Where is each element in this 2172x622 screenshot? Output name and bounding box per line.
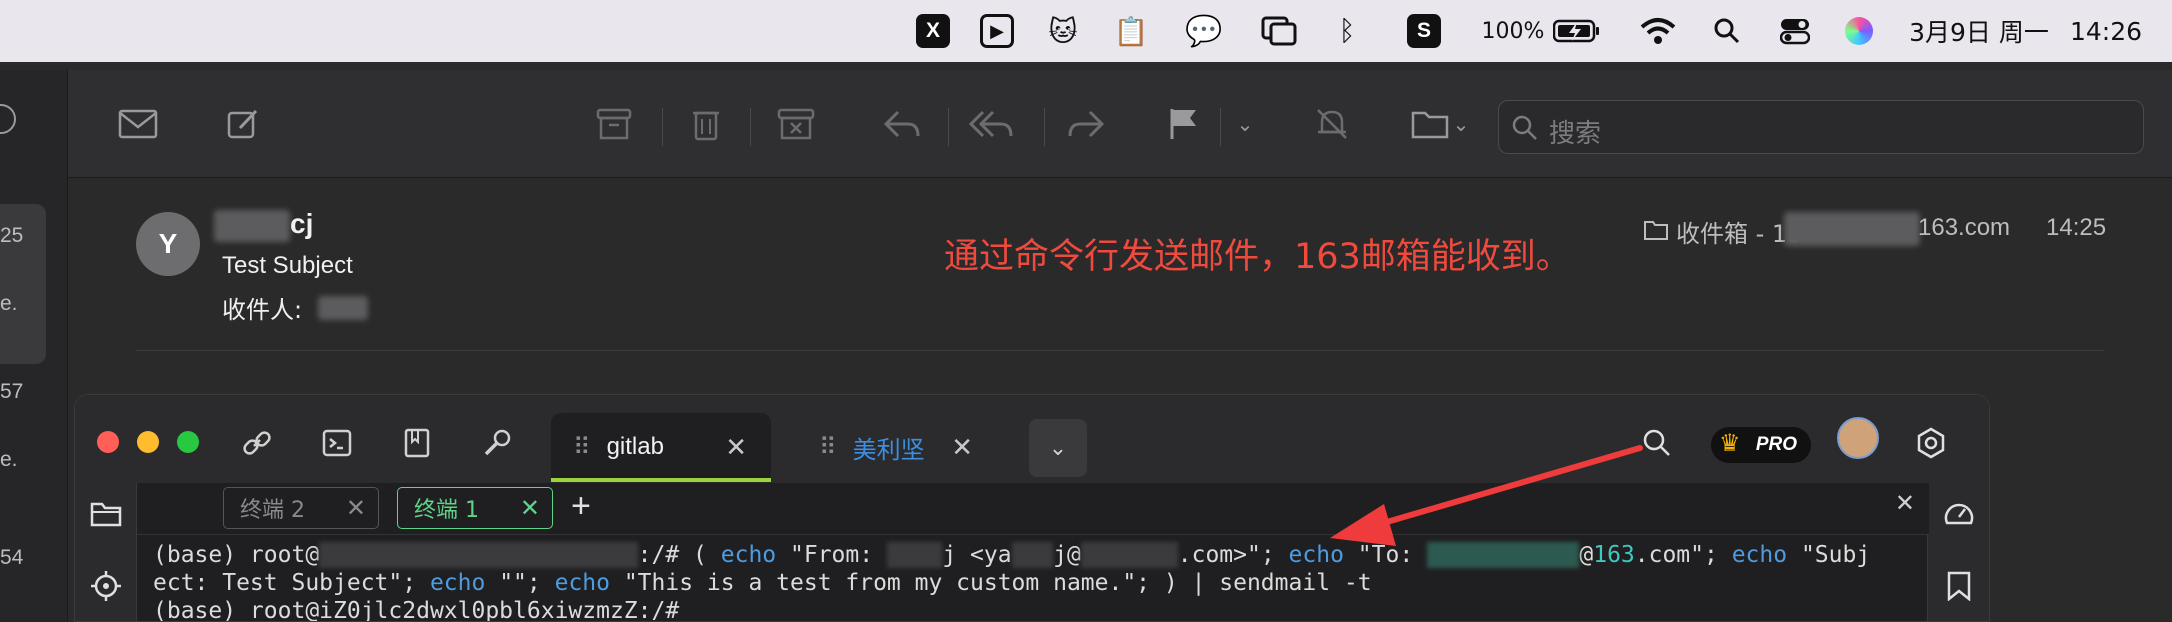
control-center-icon[interactable]	[1778, 0, 1812, 62]
envelope-icon[interactable]	[114, 100, 162, 148]
wrench-icon[interactable]	[479, 425, 515, 461]
chevron-down-icon[interactable]: ⌄	[1230, 100, 1260, 148]
active-tab-indicator	[551, 478, 771, 482]
divider	[136, 350, 2104, 351]
menubar-time[interactable]: 14:26	[2066, 0, 2146, 62]
folder-icon	[1644, 221, 1668, 240]
menubar-date[interactable]: 3月9日 周一	[1904, 0, 2054, 62]
maximize-window-button[interactable]	[177, 431, 199, 453]
tab-label: gitlab	[606, 433, 664, 460]
search-icon[interactable]	[1639, 425, 1675, 461]
cat-app-icon[interactable]: 🐱	[1046, 0, 1080, 62]
avatar[interactable]	[1837, 417, 1879, 459]
terminal-titlebar: ⠿ gitlab ✕ ⠿ 美利坚 ✕ ⌄ ♛ PRO	[75, 395, 1989, 483]
close-icon[interactable]: ✕	[346, 494, 366, 522]
close-icon[interactable]: ✕	[951, 432, 973, 463]
battery-icon[interactable]	[1552, 0, 1602, 62]
drag-handle-icon[interactable]: ⠿	[573, 433, 591, 462]
crown-icon: ♛	[1719, 430, 1741, 457]
bookmark-icon[interactable]	[1942, 569, 1976, 603]
bluetooth-icon[interactable]: ᛒ	[1332, 0, 1362, 62]
battery-percent: 100%	[1481, 18, 1545, 44]
menu-bar: X ▶ 🐱 📋 💬 ᛒ S 100% 3月9日 周一 14:26	[0, 0, 2172, 62]
archive-icon[interactable]	[590, 100, 638, 148]
chevron-down-icon[interactable]: ⌄	[1446, 100, 1476, 148]
x-app-icon[interactable]: X	[916, 0, 950, 62]
clipboard-icon[interactable]: 📋	[1114, 0, 1149, 62]
close-icon[interactable]: ✕	[1895, 489, 1915, 518]
search-field[interactable]: 搜索	[1498, 100, 2144, 154]
wifi-icon[interactable]	[1638, 0, 1678, 62]
terminal-right-toolbar	[1927, 483, 1989, 621]
recipient-label: 收件人:	[222, 296, 303, 324]
sender-avatar[interactable]: Y	[136, 212, 200, 276]
terminal-left-toolbar	[75, 483, 137, 621]
message-subject: Test Subject	[222, 252, 353, 279]
subtab-label: 终端 2	[240, 498, 305, 523]
siri-icon[interactable]	[1842, 0, 1876, 62]
session-tabs: 终端 2 ✕ 终端 1 ✕ + ✕	[137, 483, 1929, 535]
reply-icon[interactable]	[878, 100, 926, 148]
flag-icon[interactable]	[1160, 100, 1208, 148]
s-app-icon[interactable]: S	[1406, 0, 1442, 62]
terminal-output[interactable]: (base) root@iZ0jlc2dwxl0pbl6xiwzmzZ:/# (…	[153, 541, 1933, 622]
folder-icon[interactable]	[89, 497, 123, 531]
search-placeholder: 搜索	[1549, 119, 1602, 149]
windows-icon[interactable]	[1260, 0, 1298, 62]
close-icon[interactable]: ✕	[520, 494, 540, 522]
junk-icon[interactable]	[772, 100, 820, 148]
sidebar-fragment: 57	[0, 380, 24, 403]
filter-icon[interactable]	[0, 104, 16, 134]
console-line: (base) root@iZ0jlc2dwxl0pbl6xiwzmzZ:/#	[153, 598, 694, 622]
sender-name[interactable]: cj	[290, 208, 313, 240]
bookmark-icon[interactable]	[399, 425, 435, 461]
redacted-recipient	[318, 296, 368, 320]
tab-terminal-1[interactable]: 终端 1 ✕	[397, 487, 553, 529]
forward-icon[interactable]	[1062, 100, 1110, 148]
settings-icon[interactable]	[1913, 425, 1949, 461]
redacted-mailbox	[1784, 212, 1920, 246]
sidebar-fragment: e.	[0, 448, 18, 471]
terminal-icon[interactable]	[319, 425, 355, 461]
pro-label: PRO	[1755, 434, 1797, 455]
console-line: (base) root@iZ0jlc2dwxl0pbl6xiwzmzZ:/# (…	[153, 542, 1871, 568]
search-icon	[1512, 115, 1537, 140]
sidebar-fragment: e.	[0, 292, 18, 315]
console-line: ect: Test Subject"; echo ""; echo "This …	[153, 570, 1372, 596]
locate-icon[interactable]	[89, 569, 123, 603]
tab-meilijian[interactable]: ⠿ 美利坚 ✕	[797, 413, 997, 481]
close-window-button[interactable]	[97, 431, 119, 453]
mute-icon[interactable]	[1308, 100, 1356, 148]
annotation-text: 通过命令行发送邮件，163邮箱能收到。	[944, 237, 1571, 277]
minimize-window-button[interactable]	[137, 431, 159, 453]
pro-badge[interactable]: ♛ PRO	[1711, 427, 1811, 463]
mailbox-domain: 163.com	[1918, 214, 2011, 241]
subtab-label: 终端 1	[414, 498, 479, 523]
sidebar-fragment: 25	[0, 224, 24, 247]
chevron-down-icon[interactable]: ⌄	[1029, 419, 1087, 477]
terminal-window: ⠿ gitlab ✕ ⠿ 美利坚 ✕ ⌄ ♛ PRO 终端 2 ✕ 终端 1 ✕…	[74, 394, 1990, 622]
reply-all-icon[interactable]	[968, 100, 1016, 148]
redacted-sender	[214, 210, 290, 242]
mail-toolbar: ⌄ ⌄ 搜索	[68, 70, 2172, 178]
compose-icon[interactable]	[220, 100, 268, 148]
tab-label: 美利坚	[852, 435, 925, 464]
trash-icon[interactable]	[682, 100, 730, 148]
wechat-icon[interactable]: 💬	[1182, 0, 1226, 62]
sidebar-fragment: 54	[0, 546, 24, 569]
gauge-icon[interactable]	[1942, 497, 1976, 531]
message-time: 14:25	[2046, 214, 2107, 241]
mail-sidebar: 25 e. 57 e. 54	[0, 70, 68, 622]
close-icon[interactable]: ✕	[725, 432, 747, 463]
tab-gitlab[interactable]: ⠿ gitlab ✕	[551, 413, 771, 481]
tab-terminal-2[interactable]: 终端 2 ✕	[223, 487, 379, 529]
link-icon[interactable]	[239, 425, 275, 461]
add-tab-button[interactable]: +	[571, 487, 591, 526]
drag-handle-icon[interactable]: ⠿	[819, 433, 837, 462]
search-icon[interactable]	[1710, 0, 1744, 62]
media-app-icon[interactable]: ▶	[980, 0, 1014, 62]
